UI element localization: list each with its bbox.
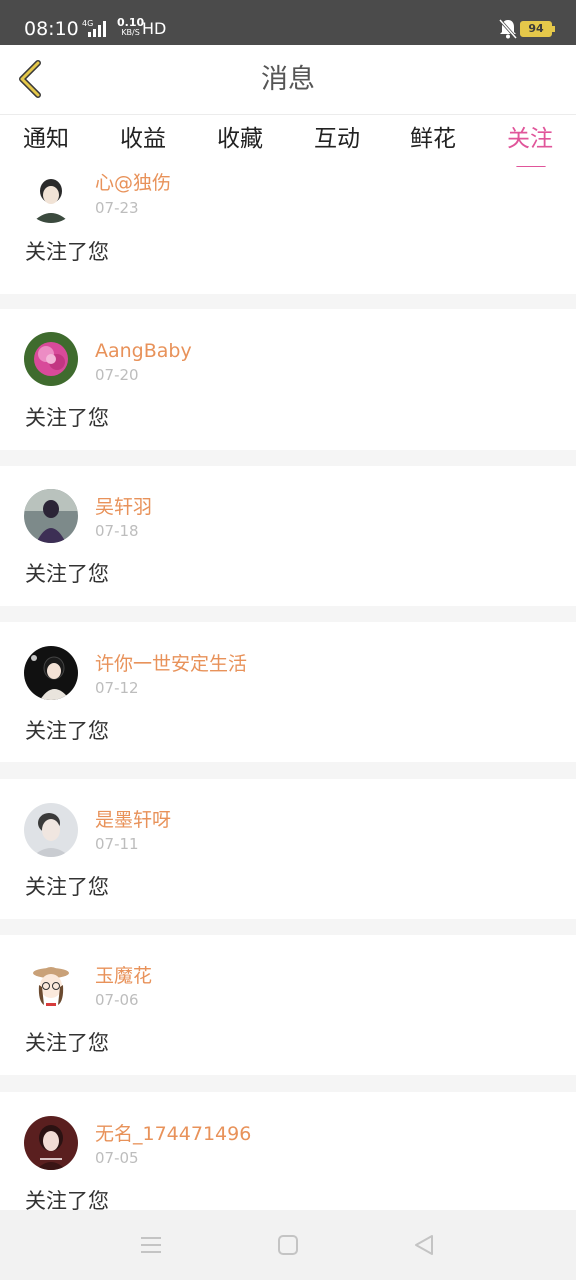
avatar[interactable] [24, 489, 78, 543]
tab-bar: 通知 收益 收藏 互动 鲜花 关注 [0, 116, 576, 169]
battery-icon: 94 [520, 21, 555, 37]
list-item[interactable]: 玉魔花 07-06 关注了您 [0, 935, 576, 1075]
svg-text:4G: 4G [82, 19, 93, 28]
avatar[interactable] [24, 332, 78, 386]
follow-message: 关注了您 [25, 1031, 109, 1055]
follow-message: 关注了您 [25, 1189, 109, 1210]
battery-level: 94 [528, 22, 544, 35]
follow-message: 关注了您 [25, 406, 109, 430]
tab-follows-label: 关注 [507, 126, 553, 152]
follow-message: 关注了您 [25, 719, 109, 743]
follow-date: 07-12 [95, 679, 139, 697]
page-title: 消息 [261, 64, 315, 95]
list-item[interactable]: 心@独伤 07-23 关注了您 [0, 167, 576, 294]
follow-message: 关注了您 [25, 562, 109, 586]
follow-date: 07-06 [95, 991, 139, 1009]
tab-follows[interactable]: 关注 [494, 124, 566, 169]
tab-earnings[interactable]: 收益 [107, 124, 179, 154]
follow-date: 07-18 [95, 522, 139, 540]
header: 消息 [0, 45, 576, 115]
tab-notifications[interactable]: 通知 [10, 124, 82, 154]
speed-value: 0.10 [117, 16, 145, 29]
avatar[interactable] [24, 959, 78, 1013]
list-item[interactable]: 是墨轩呀 07-11 关注了您 [0, 779, 576, 919]
avatar[interactable] [24, 1116, 78, 1170]
status-bar: 08:10 4G 0.10 KB/S HD 94 [0, 0, 576, 45]
status-time: 08:10 [24, 18, 79, 40]
follow-list[interactable]: 心@独伤 07-23 关注了您 AangBaby 07-20 关注了您 吴轩羽 … [0, 167, 576, 1210]
follower-name[interactable]: 吴轩羽 [95, 495, 152, 519]
system-nav-bar [0, 1210, 576, 1280]
list-item[interactable]: 许你一世安定生活 07-12 关注了您 [0, 622, 576, 762]
home-square-icon[interactable] [275, 1232, 301, 1258]
list-item[interactable]: 无名_174471496 07-05 关注了您 [0, 1092, 576, 1210]
tab-favorites[interactable]: 收藏 [204, 124, 276, 154]
follower-name[interactable]: 心@独伤 [95, 171, 171, 195]
follow-message: 关注了您 [25, 875, 109, 899]
tab-interactions[interactable]: 互动 [301, 124, 373, 154]
tab-flowers[interactable]: 鲜花 [397, 124, 469, 154]
signal-icon: 4G [80, 19, 110, 39]
speed-unit: KB/S [121, 28, 140, 37]
follower-name[interactable]: AangBaby [95, 339, 192, 363]
follower-name[interactable]: 是墨轩呀 [95, 808, 171, 832]
bell-muted-icon [498, 18, 518, 40]
avatar[interactable] [24, 803, 78, 857]
follower-name[interactable]: 玉魔花 [95, 964, 152, 988]
follower-name[interactable]: 许你一世安定生活 [95, 652, 247, 676]
follow-date: 07-20 [95, 366, 139, 384]
list-item[interactable]: AangBaby 07-20 关注了您 [0, 309, 576, 450]
back-triangle-icon[interactable] [411, 1232, 437, 1258]
follow-date: 07-11 [95, 835, 139, 853]
hd-indicator: HD [142, 19, 167, 38]
menu-icon[interactable] [138, 1232, 164, 1258]
list-item[interactable]: 吴轩羽 07-18 关注了您 [0, 466, 576, 606]
network-speed: 0.10 KB/S [117, 16, 145, 38]
follow-message: 关注了您 [25, 240, 109, 264]
avatar[interactable] [24, 646, 78, 700]
avatar[interactable] [24, 169, 78, 223]
follower-name[interactable]: 无名_174471496 [95, 1122, 251, 1146]
follow-date: 07-23 [95, 199, 139, 217]
follow-date: 07-05 [95, 1149, 139, 1167]
